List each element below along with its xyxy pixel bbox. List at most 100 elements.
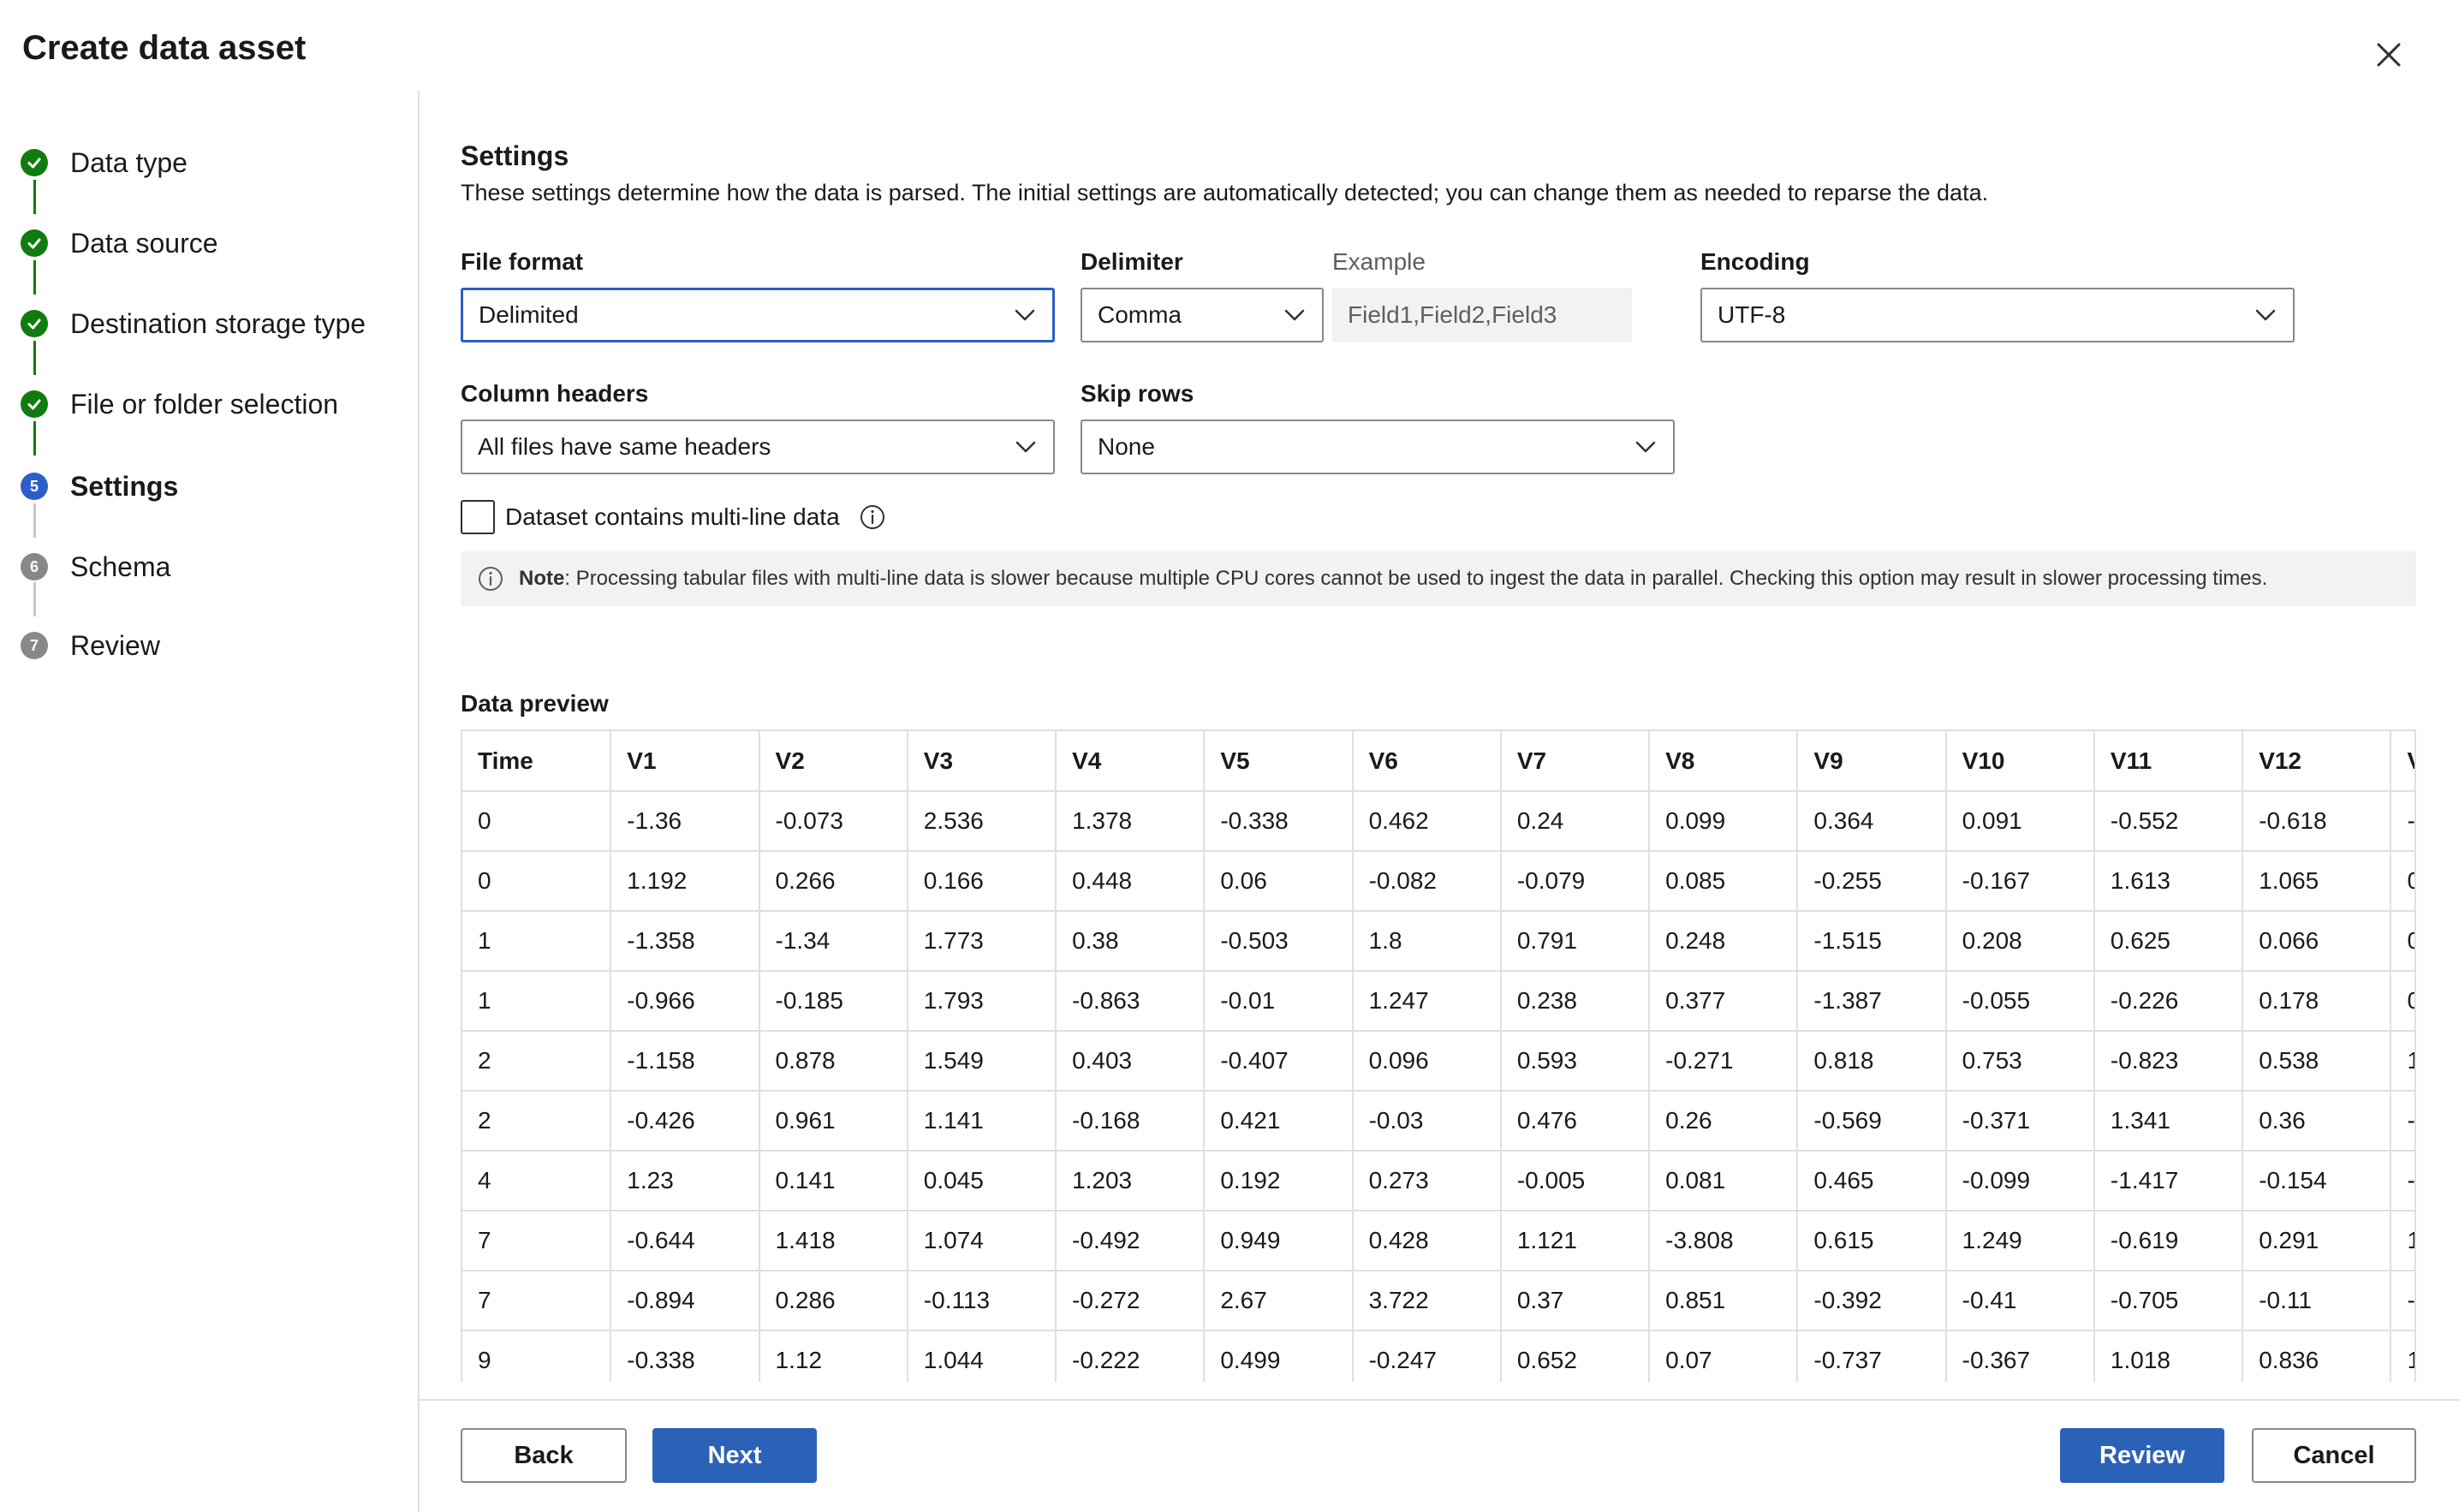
delimiter-dropdown[interactable]: Comma [1081,288,1324,342]
table-cell: -1.515 [1796,910,1947,972]
cancel-button[interactable]: Cancel [2252,1428,2416,1483]
settings-title: Settings [461,140,569,171]
table-cell: -0.894 [610,1270,760,1331]
table-cell: 1.549 [906,1030,1057,1092]
step-connector [33,260,36,295]
checkmark-icon [21,149,48,176]
step-review[interactable]: 7 Review [21,620,160,671]
step-number-badge: 6 [21,553,48,580]
table-cell: -0.407 [1203,1030,1354,1092]
table-cell: -0.286 [2390,1270,2414,1331]
table-cell: 1.018 [2093,1330,2244,1382]
table-cell: 0.421 [1203,1090,1354,1152]
column-headers-value: All files have same headers [478,433,771,460]
step-file-or-folder-selection[interactable]: File or folder selection [21,378,338,430]
table-cell: -1.36 [610,790,760,852]
step-destination-storage-type[interactable]: Destination storage type [21,298,366,349]
table-cell: 1.8 [1351,910,1502,972]
step-settings[interactable]: 5 Settings [21,461,178,512]
step-connector [33,503,36,538]
table-row: 1 -1.358 -1.34 1.773 0.38 -0.503 1.8 0.791 0.248… [462,910,2414,972]
table-cell: 1.044 [906,1330,1057,1382]
note-text: : Processing tabular files with multi-li… [564,567,2268,590]
table-cell: -0.099 [1944,1150,2095,1211]
table-cell: -0.426 [610,1090,760,1152]
table-cell: 0.961 [758,1090,908,1152]
table-cell: -0.552 [2093,790,2244,852]
table-cell: 1.074 [906,1210,1057,1271]
table-cell: 0.499 [1203,1330,1354,1382]
info-icon[interactable] [859,503,886,531]
encoding-value: UTF-8 [1718,301,1786,328]
file-format-dropdown[interactable]: Delimited [461,288,1055,342]
table-cell: 2 [462,1030,612,1092]
note-label: Note [519,567,565,590]
dialog-title: Create data asset [22,29,307,67]
step-schema[interactable]: 6 Schema [21,541,170,592]
table-cell: -0.272 [1055,1270,1206,1331]
close-button[interactable] [2365,31,2413,79]
step-label: Data type [70,146,188,178]
table-cell: 0.208 [1944,910,2095,972]
table-cell: -1.387 [1796,970,1947,1032]
multiline-checkbox-label[interactable]: Dataset contains multi-line data [505,503,840,531]
chevron-down-icon [1014,435,1038,459]
step-data-source[interactable]: Data source [21,217,218,269]
table-cell: 1.065 [2242,850,2392,912]
table-cell: -0.503 [1203,910,1354,972]
table-cell: -0.271 [1648,1030,1799,1092]
example-label: Example [1332,248,1426,275]
table-cell: -0.005 [1499,1150,1651,1211]
table-cell: -0.167 [1944,850,2095,912]
table-row: 7 -0.644 1.418 1.074 -0.492 0.949 0.428 1.121 -3… [462,1210,2414,1271]
table-cell: -0.644 [610,1210,760,1271]
table-cell: 0.753 [1944,1030,2095,1092]
table-cell: 1.613 [2093,850,2244,912]
table-cell: 0 [462,790,612,852]
table-cell: 0.166 [906,850,1057,912]
step-label: Data source [70,227,218,259]
chevron-down-icon [1013,303,1037,327]
column-header: V9 [1796,731,1947,792]
vertical-divider [418,91,420,1512]
table-cell: 0.24 [1499,790,1651,852]
data-preview-table[interactable]: Time V1 V2 V3 V4 V5 V6 V7 V8 V9 V10 V11 … [461,729,2416,1382]
delimiter-value: Comma [1098,301,1182,328]
review-button[interactable]: Review [2060,1428,2224,1483]
column-headers-label: Column headers [461,380,649,407]
column-headers-dropdown[interactable]: All files have same headers [461,420,1055,474]
back-button[interactable]: Back [461,1428,627,1483]
table-cell: 1.773 [906,910,1057,972]
table-cell: 1.141 [906,1090,1057,1152]
table-cell: 0.878 [758,1030,908,1092]
table-cell: -0.991 [2390,790,2414,852]
table-cell: 1.378 [1055,790,1206,852]
table-cell: 0.192 [1203,1150,1354,1211]
table-cell: -0.222 [1055,1330,1206,1382]
table-cell: 1.249 [1944,1210,2095,1271]
table-cell: -0.492 [1055,1210,1206,1271]
table-row: 1 -0.966 -0.185 1.793 -0.863 -0.01 1.247 0.238 0… [462,970,2414,1032]
next-button[interactable]: Next [652,1428,817,1483]
checkmark-icon [21,390,48,418]
delimiter-label: Delimiter [1081,248,1183,275]
table-row: 9 -0.338 1.12 1.044 -0.222 0.499 -0.247 0.652 0.… [462,1330,2414,1382]
table-row: 0 -1.36 -0.073 2.536 1.378 -0.338 0.462 0.24 0.0… [462,790,2414,852]
table-row: 0 1.192 0.266 0.166 0.448 0.06 -0.082 -0.079 0.0… [462,850,2414,912]
table-cell: 4 [462,1150,612,1211]
encoding-dropdown[interactable]: UTF-8 [1700,288,2295,342]
step-data-type[interactable]: Data type [21,137,188,188]
table-cell: 0.099 [1648,790,1799,852]
table-cell: 0.462 [1351,790,1502,852]
table-cell: -0.338 [1203,790,1354,852]
skip-rows-dropdown[interactable]: None [1081,420,1675,474]
table-cell: 3.722 [1351,1270,1502,1331]
table-cell: -0.371 [1944,1090,2095,1152]
file-format-value: Delimited [479,301,579,328]
table-cell: 1.192 [610,850,760,912]
table-cell: -1.358 [610,910,760,972]
column-header: V12 [2242,731,2392,792]
multiline-checkbox[interactable] [461,500,495,534]
table-cell: 0.615 [1796,1210,1947,1271]
table-cell: 1.346 [2390,1030,2414,1092]
